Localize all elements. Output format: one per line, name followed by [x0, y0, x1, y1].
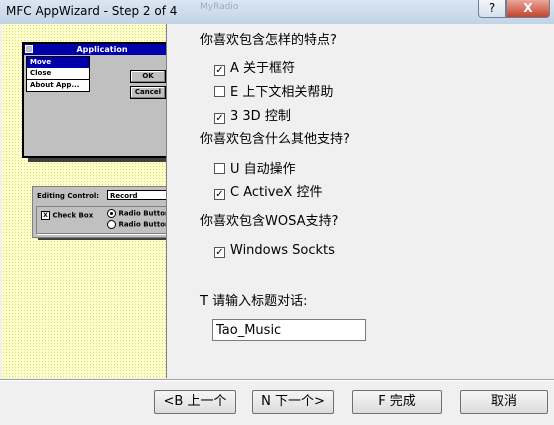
wosa-question: 你喜欢包含WOSA支持? [200, 214, 339, 229]
option-activex-controls[interactable]: ✓ C ActiveX 控件 [214, 181, 322, 200]
preview-editing-label: Editing Control: [37, 192, 100, 200]
option-label: 3 3D 控制 [230, 109, 291, 124]
preview-radio-label: Radio Button [118, 220, 167, 229]
checkbox-icon[interactable]: ✓ [214, 189, 225, 200]
preview-menu-item: About App... [30, 81, 80, 89]
title-prompt: T 请输入标题对话: [200, 294, 308, 309]
option-automation[interactable]: U 自动操作 [214, 158, 296, 177]
next-button[interactable]: N 下一个> [252, 390, 334, 414]
preview-ok-button: OK [130, 70, 166, 83]
title-bar: MFC AppWizard - Step 2 of 4 MyRadio ? X [0, 0, 554, 25]
option-windows-sockets[interactable]: ✓ Windows Sockts [214, 243, 335, 258]
preview-app-title: Application [24, 44, 166, 55]
dialog-client-area: Application Move Close About App... OK C… [0, 24, 554, 425]
finish-button[interactable]: F 完成 [352, 390, 442, 414]
option-label: C ActiveX 控件 [230, 185, 323, 200]
option-label: A 关于框符 [230, 61, 296, 76]
option-context-help[interactable]: E 上下文相关帮助 [214, 81, 333, 100]
radio-empty-icon [107, 220, 116, 229]
system-menu-icon [25, 45, 33, 53]
window-title: MFC AppWizard - Step 2 of 4 [6, 4, 178, 18]
preview-control-group: X Check Box Radio Button Radio Button [36, 206, 167, 234]
option-about-box[interactable]: ✓ A 关于框符 [214, 57, 295, 76]
preview-radio: Radio Button [107, 220, 167, 229]
other-support-question: 你喜欢包含什么其他支持? [200, 132, 350, 147]
checkbox-icon[interactable]: ✓ [214, 65, 225, 76]
preview-menu-item: Move [27, 57, 89, 68]
preview-system-menu: Move Close About App... [26, 56, 90, 92]
back-button[interactable]: <B 上一个 [154, 390, 236, 414]
preview-cancel-button: Cancel [130, 86, 166, 99]
preview-panel: Application Move Close About App... OK C… [2, 24, 167, 378]
radio-selected-icon [107, 209, 116, 218]
checkbox-icon[interactable]: ✓ [214, 113, 225, 124]
preview-shadow [28, 158, 166, 162]
option-label: Windows Sockts [230, 243, 335, 258]
preview-edit-field: Record [107, 190, 166, 200]
close-button[interactable]: X [506, 0, 550, 18]
cancel-button[interactable]: 取消 [460, 390, 548, 414]
checkbox-icon[interactable] [214, 163, 225, 174]
preview-controls-panel: Editing Control: Record X Check Box Radi… [32, 186, 167, 238]
option-3d-controls[interactable]: ✓ 3 3D 控制 [214, 105, 291, 124]
preview-checkbox-label: Check Box [52, 211, 94, 220]
preview-app-window: Application Move Close About App... OK C… [22, 42, 166, 158]
separator [0, 379, 554, 381]
option-label: E 上下文相关帮助 [230, 85, 334, 100]
background-window-text: MyRadio [200, 2, 239, 12]
preview-menu-item: Close [27, 68, 89, 80]
preview-checkbox: X Check Box [41, 211, 93, 220]
features-question: 你喜欢包含怎样的特点? [200, 33, 337, 48]
dialog-title-input[interactable] [212, 319, 366, 341]
check-x-icon: X [41, 211, 50, 220]
option-label: U 自动操作 [230, 162, 296, 177]
checkbox-icon[interactable] [214, 86, 225, 97]
checkbox-icon[interactable]: ✓ [214, 247, 225, 258]
preview-radio-label: Radio Button [118, 209, 167, 218]
preview-radio: Radio Button [107, 209, 167, 218]
help-button[interactable]: ? [478, 0, 506, 18]
